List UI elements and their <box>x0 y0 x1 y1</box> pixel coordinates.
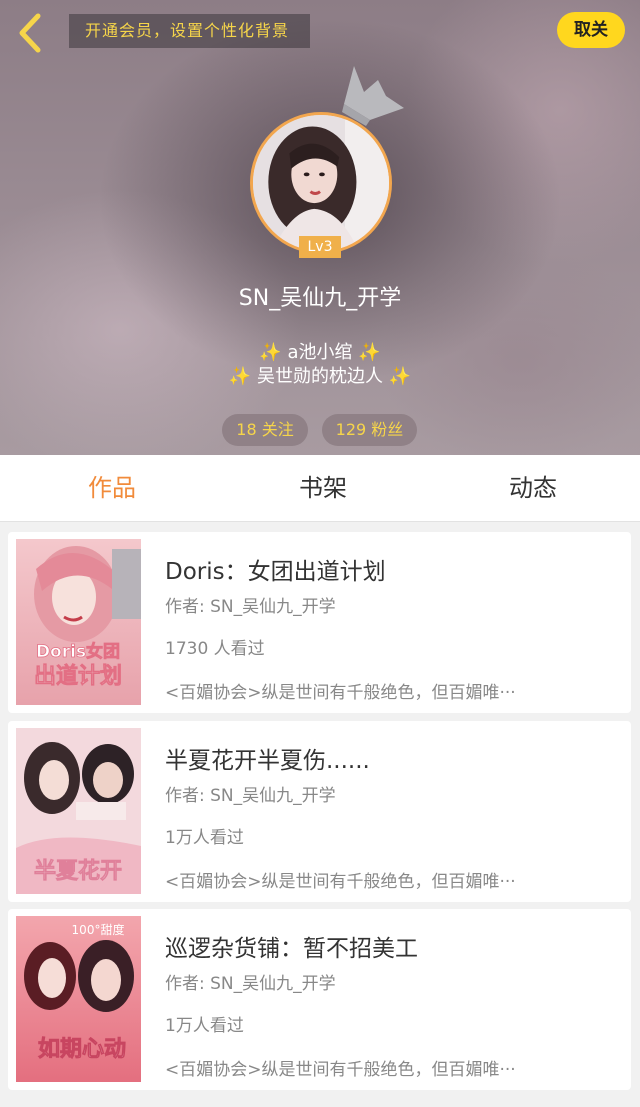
book-title: 半夏花开半夏伤...... <box>165 748 370 774</box>
book-cover-image: Doris女团 出道计划 <box>16 539 141 705</box>
username: SN_吴仙九_开学 <box>238 286 402 311</box>
book-card[interactable]: 100°甜度 如期心动 巡逻杂货铺：暂不招美工 作者: SN_吴仙九_开学 1万… <box>8 909 631 1090</box>
book-cover[interactable]: 半夏花开 <box>16 728 141 894</box>
sparkle-icon: ✨ <box>358 342 381 363</box>
bio-line-2: ✨ 吴世勋的枕边人 ✨ <box>0 362 640 388</box>
book-card[interactable]: 半夏花开 半夏花开半夏伤...... 作者: SN_吴仙九_开学 1万人看过 <… <box>8 721 631 902</box>
book-cover-image: 100°甜度 如期心动 <box>16 916 141 1082</box>
back-arrow-icon <box>19 13 41 53</box>
bio-text-2: 吴世勋的枕边人 <box>257 366 383 387</box>
book-author: 作者: SN_吴仙九_开学 <box>165 597 336 617</box>
tab-feed[interactable]: 动态 <box>473 455 593 522</box>
cover-title-1: 100°甜度 <box>72 922 125 937</box>
tab-bookshelf[interactable]: 书架 <box>263 455 383 522</box>
book-description: <百媚协会>纵是世间有千般绝色，但百媚唯··· <box>165 683 516 703</box>
cover-title-1: 半夏花开 <box>34 858 122 884</box>
book-views: 1730 人看过 <box>165 639 265 659</box>
back-button[interactable] <box>12 10 52 56</box>
book-cover[interactable]: 100°甜度 如期心动 <box>16 916 141 1082</box>
book-views: 1万人看过 <box>165 828 244 848</box>
avatar[interactable] <box>250 112 392 254</box>
following-count[interactable]: 18 关注 <box>222 414 308 446</box>
level-badge: Lv3 <box>299 236 341 258</box>
book-description: <百媚协会>纵是世间有千般绝色，但百媚唯··· <box>165 872 516 892</box>
book-views: 1万人看过 <box>165 1016 244 1036</box>
avatar-image <box>253 115 389 251</box>
book-cover-image: 半夏花开 <box>16 728 141 894</box>
bio-line-1: ✨ a池小绾 ✨ <box>0 338 640 364</box>
vip-background-banner[interactable]: 开通会员，设置个性化背景 <box>69 14 310 48</box>
book-card[interactable]: Doris女团 出道计划 Doris：女团出道计划 作者: SN_吴仙九_开学 … <box>8 532 631 713</box>
sparkle-icon: ✨ <box>259 342 282 363</box>
sparkle-icon: ✨ <box>228 366 252 387</box>
book-title: Doris：女团出道计划 <box>165 559 386 585</box>
fans-count[interactable]: 129 粉丝 <box>322 414 417 446</box>
book-author: 作者: SN_吴仙九_开学 <box>165 974 336 994</box>
book-author: 作者: SN_吴仙九_开学 <box>165 786 336 806</box>
cover-title-2: 如期心动 <box>38 1037 126 1062</box>
sparkle-icon: ✨ <box>388 366 412 387</box>
profile-tabs: 作品 书架 动态 <box>0 455 640 522</box>
cover-title-2: 出道计划 <box>34 663 122 689</box>
unfollow-button[interactable]: 取关 <box>557 12 625 48</box>
book-description: <百媚协会>纵是世间有千般绝色，但百媚唯··· <box>165 1060 516 1080</box>
cover-title-1: Doris女团 <box>36 641 120 662</box>
tab-works[interactable]: 作品 <box>52 455 172 522</box>
profile-header: 开通会员，设置个性化背景 取关 Lv3 SN_吴仙九_开学 ✨ a池小绾 ✨ ✨… <box>0 0 640 455</box>
bio-text-1: a池小绾 <box>287 342 353 363</box>
book-title: 巡逻杂货铺：暂不招美工 <box>165 936 418 962</box>
book-cover[interactable]: Doris女团 出道计划 <box>16 539 141 705</box>
